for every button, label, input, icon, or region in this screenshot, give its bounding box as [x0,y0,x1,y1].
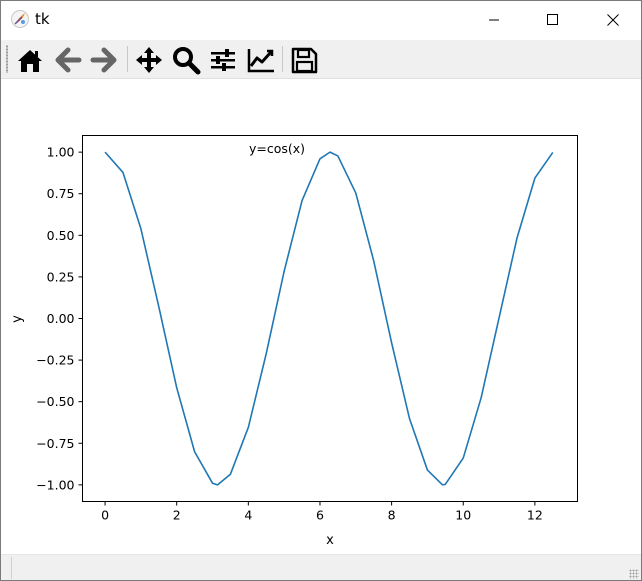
y-tick-label: 0.00 [47,311,75,326]
y-tick-label: −1.00 [36,477,74,492]
move-icon [136,47,162,73]
y-axis-ticks: 1.00 0.75 0.50 0.25 0.00 −0.25 −0.50 −0.75 −1.00 [36,145,83,492]
figure-canvas[interactable]: 1.00 0.75 0.50 0.25 0.00 −0.25 −0.50 −0.75 −1.00… [1,79,641,554]
x-axis-ticks: 0 2 4 6 8 10 12 [101,501,543,523]
plot-figure: 1.00 0.75 0.50 0.25 0.00 −0.25 −0.50 −0.75 −1.00… [10,135,578,548]
y-tick-label: 0.25 [47,269,75,284]
resize-grip[interactable] [629,569,639,579]
app-window: tk 1.00 0.75 0.50 0.25 0.00 −0.25 −0.50 … [0,0,642,581]
minimize-button[interactable] [471,1,517,39]
magnifier-icon [173,47,201,75]
feather-app-icon [11,10,29,28]
y-tick-label: 0.75 [47,186,75,201]
save-button[interactable] [287,43,321,77]
x-tick-label: 2 [173,508,181,523]
x-tick-label: 10 [455,508,471,523]
home-button[interactable] [13,43,47,77]
status-bar [1,554,641,580]
pan-button[interactable] [132,43,166,77]
floppy-disk-icon [291,47,318,74]
y-tick-label: 0.50 [47,228,75,243]
toolbar-separator [282,46,283,72]
forward-button[interactable] [87,43,121,77]
zoom-button[interactable] [169,43,203,77]
maximize-button[interactable] [530,1,576,39]
x-tick-label: 12 [527,508,543,523]
close-icon [607,14,619,26]
axes-frame [82,135,578,502]
y-axis-label: y [10,315,25,323]
toolbar-grip [6,45,8,73]
x-tick-label: 6 [316,508,324,523]
back-button[interactable] [51,43,85,77]
minimize-icon [489,19,499,21]
subplots-button[interactable] [206,43,240,77]
navigation-toolbar [1,40,641,79]
toolbar-separator [127,46,128,72]
y-tick-label: −0.25 [36,353,74,368]
window-title: tk [35,10,50,28]
sliders-icon [211,49,235,71]
chart-line-icon [247,49,274,73]
customize-button[interactable] [244,43,278,77]
y-tick-label: −0.50 [36,394,74,409]
x-tick-label: 4 [244,508,252,523]
y-tick-label: −0.75 [36,436,74,451]
x-tick-label: 8 [388,508,396,523]
x-tick-label: 0 [101,508,109,523]
maximize-icon [547,14,558,25]
close-button[interactable] [590,1,636,39]
plot-annotation: y=cos(x) [249,141,305,156]
arrow-left-icon [55,47,82,73]
home-icon [18,50,42,72]
x-axis-label: x [326,533,334,548]
arrow-right-icon [90,47,117,73]
status-message [11,557,630,579]
title-bar: tk [1,1,641,39]
y-tick-label: 1.00 [47,145,75,160]
